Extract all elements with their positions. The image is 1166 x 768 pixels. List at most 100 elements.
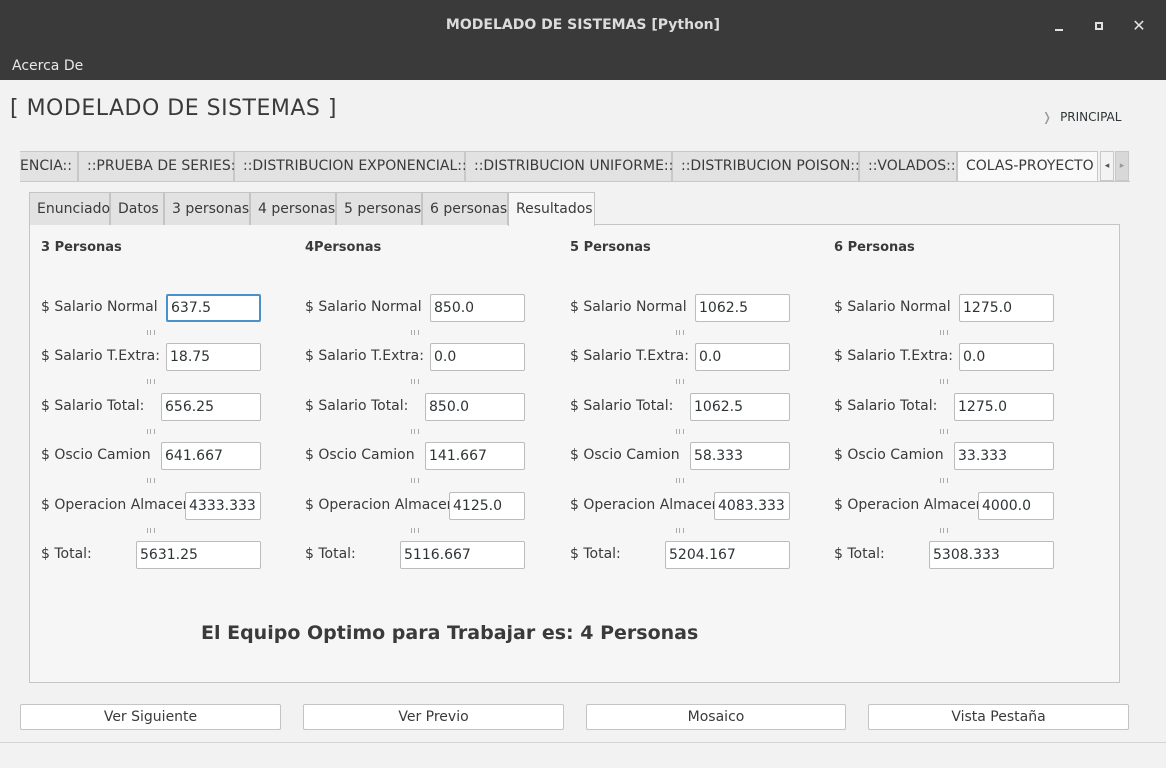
field-3-operacion-almacen[interactable]: 4333.333 — [185, 492, 261, 520]
maximize-button[interactable] — [1089, 16, 1109, 36]
tab-3-personas[interactable]: 3 personas — [164, 192, 250, 225]
menu-acerca-de[interactable]: Acerca De — [12, 58, 83, 74]
label-salario-extra: $ Salario T.Extra: — [305, 348, 424, 364]
column-heading-5-personas: 5 Personas — [570, 240, 651, 255]
minimize-button[interactable] — [1049, 16, 1069, 36]
field-4-salario-normal[interactable]: 850.0 — [430, 294, 525, 322]
field-5-total[interactable]: 5204.167 — [665, 541, 790, 569]
resize-grip[interactable] — [411, 528, 419, 533]
label-operacion-almacen: $ Operacion Almacen — [41, 497, 192, 513]
resize-grip[interactable] — [676, 478, 684, 483]
mosaico-button[interactable]: Mosaico — [586, 704, 846, 730]
label-operacion-almacen: $ Operacion Almacen — [305, 497, 456, 513]
field-6-total[interactable]: 5308.333 — [929, 541, 1054, 569]
field-3-total[interactable]: 5631.25 — [136, 541, 261, 569]
field-4-salario-total[interactable]: 850.0 — [425, 393, 525, 421]
field-6-operacion-almacen[interactable]: 4000.0 — [978, 492, 1054, 520]
resize-grip[interactable] — [411, 330, 419, 335]
label-salario-normal: $ Salario Normal — [41, 299, 158, 315]
resize-grip[interactable] — [940, 478, 948, 483]
label-salario-total: $ Salario Total: — [305, 398, 409, 414]
window-titlebar: MODELADO DE SISTEMAS [Python] ✕ — [0, 0, 1166, 52]
resize-grip[interactable] — [147, 429, 155, 434]
maximize-icon — [1095, 22, 1103, 30]
window-title: MODELADO DE SISTEMAS [Python] — [445, 17, 721, 33]
arrow-right-icon: ▸ — [1119, 161, 1125, 171]
tab-scroll-right-button[interactable]: ▸ — [1115, 151, 1129, 181]
tab-6-personas[interactable]: 6 personas — [422, 192, 508, 225]
resize-grip[interactable] — [676, 528, 684, 533]
label-salario-extra: $ Salario T.Extra: — [570, 348, 689, 364]
label-total: $ Total: — [41, 546, 92, 562]
vista-pestana-button[interactable]: Vista Pestaña — [868, 704, 1129, 730]
field-6-salario-extra[interactable]: 0.0 — [959, 343, 1054, 371]
tab-module-exponencial[interactable]: ::DISTRIBUCION EXPONENCIAL:: — [234, 151, 467, 181]
field-3-salario-total[interactable]: 656.25 — [161, 393, 261, 421]
ver-siguiente-button[interactable]: Ver Siguiente — [20, 704, 281, 730]
resize-grip[interactable] — [411, 478, 419, 483]
label-salario-total: $ Salario Total: — [834, 398, 938, 414]
field-4-oscio-camion[interactable]: 141.667 — [425, 442, 525, 470]
label-total: $ Total: — [305, 546, 356, 562]
field-5-operacion-almacen[interactable]: 4083.333 — [714, 492, 790, 520]
optimal-team-result: El Equipo Optimo para Trabajar es: 4 Per… — [201, 622, 699, 644]
label-total: $ Total: — [570, 546, 621, 562]
tab-module-uniforme[interactable]: ::DISTRIBUCION UNIFORME:: — [465, 151, 673, 181]
resize-grip[interactable] — [940, 330, 948, 335]
resize-grip[interactable] — [147, 528, 155, 533]
label-total: $ Total: — [834, 546, 885, 562]
label-salario-extra: $ Salario T.Extra: — [834, 348, 953, 364]
minimize-icon — [1055, 29, 1063, 31]
field-5-oscio-camion[interactable]: 58.333 — [690, 442, 790, 470]
tab-scroll-left-button[interactable]: ◂ — [1100, 151, 1114, 181]
tab-resultados[interactable]: Resultados — [508, 192, 595, 226]
ver-previo-button[interactable]: Ver Previo — [303, 704, 564, 730]
resize-grip[interactable] — [147, 330, 155, 335]
label-salario-normal: $ Salario Normal — [570, 299, 687, 315]
field-6-oscio-camion[interactable]: 33.333 — [954, 442, 1054, 470]
resize-grip[interactable] — [676, 429, 684, 434]
field-4-salario-extra[interactable]: 0.0 — [430, 343, 525, 371]
resize-grip[interactable] — [940, 429, 948, 434]
tab-4-personas[interactable]: 4 personas — [250, 192, 336, 225]
label-salario-normal: $ Salario Normal — [834, 299, 951, 315]
tab-5-personas[interactable]: 5 personas — [336, 192, 422, 225]
resize-grip[interactable] — [676, 330, 684, 335]
field-5-salario-total[interactable]: 1062.5 — [690, 393, 790, 421]
field-4-total[interactable]: 5116.667 — [400, 541, 525, 569]
field-6-salario-normal[interactable]: 1275.0 — [959, 294, 1054, 322]
field-3-salario-extra[interactable]: 18.75 — [166, 343, 261, 371]
resize-grip[interactable] — [940, 528, 948, 533]
tab-module-colas-proyecto[interactable]: COLAS-PROYECTO — [957, 151, 1098, 181]
field-3-salario-normal[interactable]: 637.5 — [166, 294, 261, 322]
close-button[interactable]: ✕ — [1129, 16, 1149, 36]
field-5-salario-normal[interactable]: 1062.5 — [695, 294, 790, 322]
field-5-salario-extra[interactable]: 0.0 — [695, 343, 790, 371]
label-salario-total: $ Salario Total: — [41, 398, 145, 414]
status-divider — [0, 742, 1166, 743]
field-4-operacion-almacen[interactable]: 4125.0 — [449, 492, 525, 520]
field-3-oscio-camion[interactable]: 641.667 — [161, 442, 261, 470]
column-heading-4-personas: 4Personas — [305, 240, 382, 255]
resize-grip[interactable] — [940, 379, 948, 384]
resize-grip[interactable] — [147, 379, 155, 384]
resize-grip[interactable] — [411, 379, 419, 384]
column-heading-3-personas: 3 Personas — [41, 240, 122, 255]
label-oscio-camion: $ Oscio Camion — [834, 447, 944, 463]
tab-module-volados[interactable]: ::VOLADOS:: — [859, 151, 957, 181]
field-6-salario-total[interactable]: 1275.0 — [954, 393, 1054, 421]
label-operacion-almacen: $ Operacion Almacen — [834, 497, 985, 513]
principal-link[interactable]: ❭ PRINCIPAL — [1042, 110, 1121, 124]
tab-module-frecuencia[interactable]: ENCIA:: — [20, 151, 78, 181]
label-salario-total: $ Salario Total: — [570, 398, 674, 414]
resize-grip[interactable] — [147, 478, 155, 483]
resize-grip[interactable] — [676, 379, 684, 384]
label-oscio-camion: $ Oscio Camion — [41, 447, 151, 463]
label-operacion-almacen: $ Operacion Almacen — [570, 497, 721, 513]
tab-module-poison[interactable]: ::DISTRIBUCION POISON:: — [672, 151, 860, 181]
tab-module-prueba-series[interactable]: ::PRUEBA DE SERIES:: — [78, 151, 240, 181]
tab-datos[interactable]: Datos — [110, 192, 164, 225]
resize-grip[interactable] — [411, 429, 419, 434]
tab-enunciado[interactable]: Enunciado — [29, 192, 110, 225]
label-salario-normal: $ Salario Normal — [305, 299, 422, 315]
